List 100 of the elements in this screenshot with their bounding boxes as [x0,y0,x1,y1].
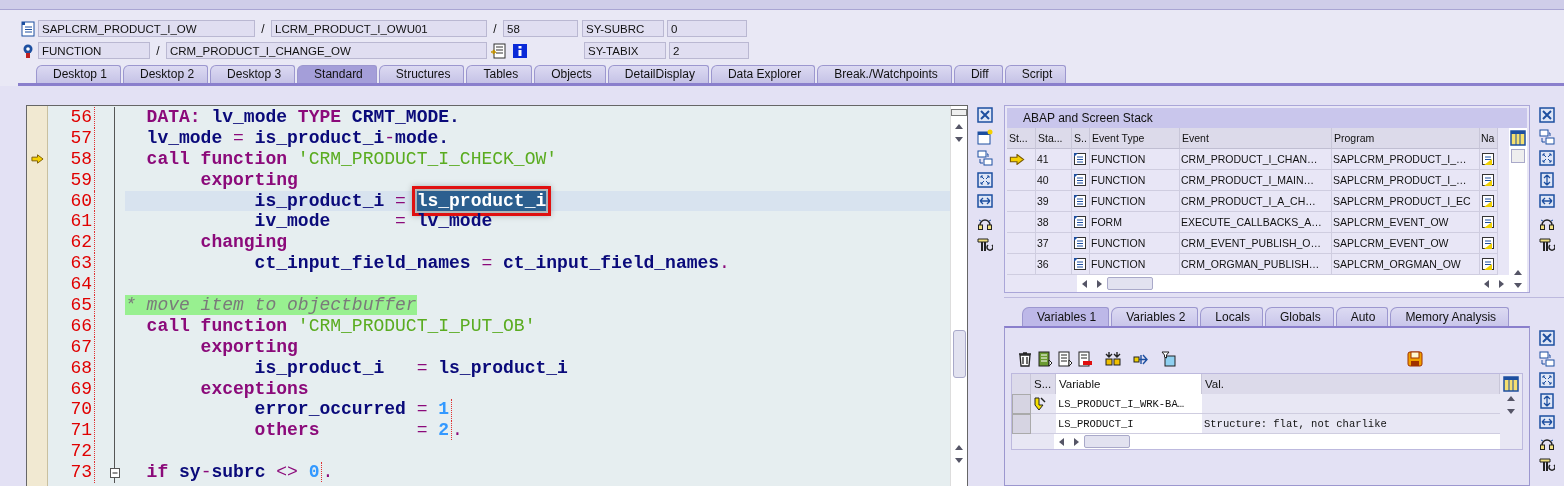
scrollbar[interactable] [1054,434,1500,449]
swap-icon[interactable] [977,150,993,166]
table-cell: SAPLCRM_EVENT_OW [1332,233,1480,254]
navigate-icon[interactable] [1481,194,1495,208]
table-cell: LS_PRODUCT_I_WRK-BA… [1056,394,1202,414]
table-cell: 36 [1036,254,1072,275]
system-field-name: SY-TABIX [584,42,666,59]
column-header[interactable]: Sta... [1036,128,1072,149]
column-header[interactable]: St... [1007,128,1036,149]
navigate-icon[interactable] [1481,173,1495,187]
column-header[interactable]: S.. [1072,128,1090,149]
document-icon [1073,194,1087,208]
list-icon[interactable] [1037,351,1053,367]
program-field: SAPLCRM_PRODUCT_I_OW [38,20,255,37]
tab[interactable]: Diff [953,65,1003,83]
close-icon[interactable] [1539,107,1555,123]
table-cell [1007,212,1036,233]
swap-icon[interactable] [1539,351,1555,367]
tab[interactable]: Desktop 1 [36,65,122,83]
navigate-icon[interactable] [1481,152,1495,166]
document-icon [1073,215,1087,229]
line-number: 67 [48,336,95,358]
close-icon[interactable] [1539,330,1555,346]
tab[interactable]: Break./Watchpoints [817,65,952,83]
line-field: 58 [503,20,578,37]
tab[interactable]: Script [1004,65,1067,83]
tab[interactable]: Memory Analysis [1390,307,1510,326]
table-cell: CRM_EVENT_PUBLISH_O… [1180,233,1332,254]
tab[interactable]: Desktop 3 [210,65,296,83]
width-icon[interactable] [1539,414,1555,430]
table-cell: EXECUTE_CALLBACKS_A… [1180,212,1332,233]
navigate-icon[interactable] [1481,215,1495,229]
list-icon[interactable] [1057,351,1073,367]
list-remove-icon[interactable] [1077,351,1093,367]
line-number: 59 [48,169,95,191]
table-cell [1007,254,1036,275]
display-icon[interactable] [490,42,506,59]
height-icon[interactable] [1539,171,1555,188]
table-cell [1007,191,1036,212]
line-number: 60 [48,190,95,212]
tab[interactable]: Standard [297,65,377,83]
table-cell: CRM_PRODUCT_I_CHAN… [1180,149,1332,170]
save-icon[interactable] [1407,351,1423,367]
tab[interactable]: Globals [1265,307,1334,326]
window-icon[interactable] [977,128,993,145]
layout-icon[interactable] [1503,376,1519,392]
navigate-icon[interactable] [1481,257,1495,271]
table-cell: FORM [1090,212,1180,233]
tab[interactable]: Desktop 2 [123,65,209,83]
event-field: CRM_PRODUCT_I_CHANGE_OW [166,42,487,59]
separator: / [260,21,266,36]
line-number: 64 [48,274,95,295]
scrollbar[interactable] [1509,128,1527,292]
line-number: 56 [48,107,95,128]
column-header[interactable]: Event Type [1090,128,1180,149]
separator: / [155,43,161,58]
column-header[interactable]: Val. [1202,374,1500,394]
line-number: 72 [48,441,95,463]
event-type-field: FUNCTION [38,42,150,59]
width-icon[interactable] [1539,193,1555,209]
column-header[interactable]: Program [1332,128,1480,149]
scrollbar[interactable] [950,106,967,486]
code-line: call function 'CRM_PRODUCT_I_PUT_OB' [145,315,536,336]
tools-icon[interactable] [977,236,993,252]
tab[interactable]: Locals [1200,307,1263,326]
collapse-icon[interactable] [109,467,120,478]
expand-icon[interactable] [977,171,993,188]
tab[interactable]: Variables 2 [1111,307,1199,326]
tab[interactable]: Auto [1335,307,1389,326]
scroll-thumb[interactable] [1511,149,1525,163]
filter-icon[interactable] [1161,351,1177,367]
line-number: 57 [48,127,95,149]
tab[interactable]: Objects [534,65,606,83]
tab[interactable]: Tables [466,65,533,83]
code-line: call function 'CRM_PRODUCT_I_CHECK_OW' [145,148,558,169]
tab[interactable]: Structures [378,65,465,83]
column-header[interactable]: Variable [1056,374,1202,394]
expand-icon[interactable] [1539,372,1555,388]
move-down-icon[interactable] [1105,351,1121,367]
code-line: changing [199,232,288,253]
tab[interactable]: DetailDisplay [607,65,709,83]
tab[interactable]: Variables 1 [1022,307,1110,326]
layout-icon[interactable] [1510,130,1526,146]
scrollbar[interactable] [1077,275,1509,292]
info-icon[interactable] [512,42,528,59]
close-icon[interactable] [977,107,993,123]
height-icon[interactable] [1539,393,1555,409]
delete-icon[interactable] [1017,351,1033,367]
navigate-icon[interactable] [1481,236,1495,250]
width-icon[interactable] [977,193,993,209]
column-header[interactable]: S... [1031,374,1056,394]
tools-icon[interactable] [1539,236,1555,252]
column-header[interactable]: Na [1480,128,1498,149]
tools-icon[interactable] [1539,456,1555,472]
column-header[interactable]: Event [1180,128,1332,149]
line-number: 62 [48,232,95,254]
tab[interactable]: Data Explorer [710,65,816,83]
swap-icon[interactable] [1539,128,1555,145]
document-icon [1073,173,1087,187]
expand-icon[interactable] [1539,150,1555,166]
